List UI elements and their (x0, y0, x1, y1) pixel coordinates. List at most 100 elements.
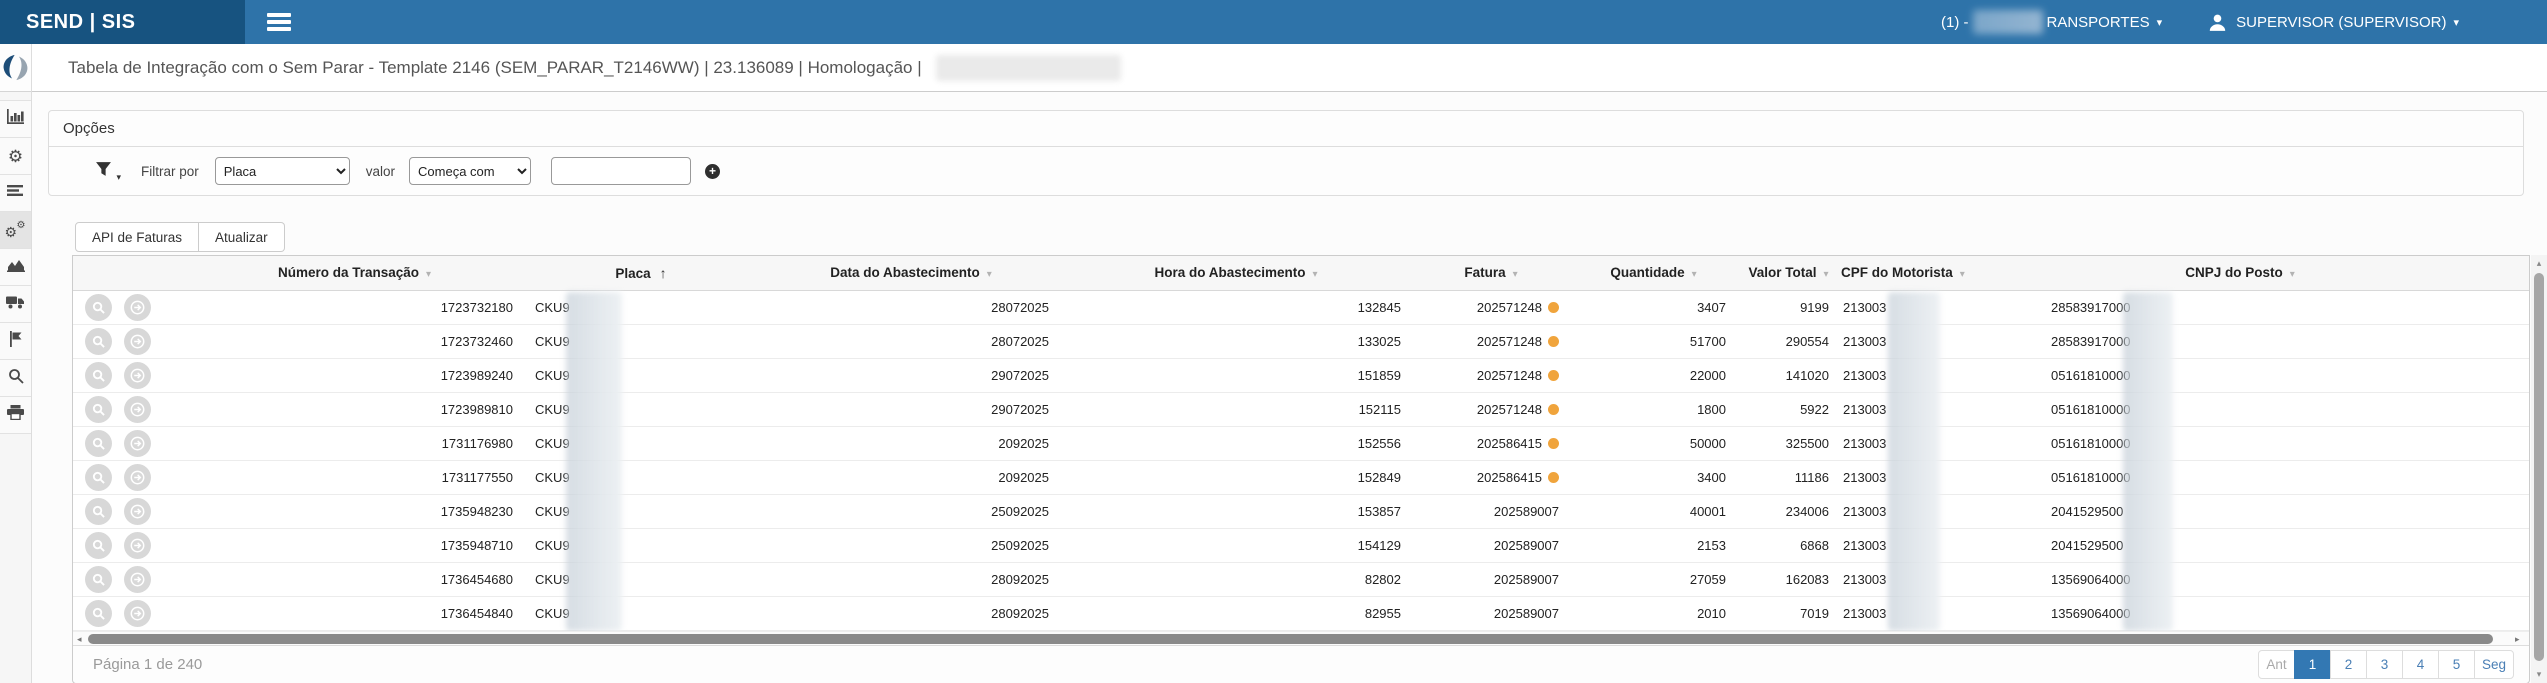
row-open-button[interactable] (124, 362, 151, 389)
table-row[interactable]: 1735948230 CKU9 25092025 153857 20258900… (73, 494, 2529, 528)
column-header-cnpj[interactable]: CNPJ do Posto▾ (1951, 256, 2529, 290)
cell-quantidade: 51700 (1690, 334, 1726, 349)
table-row[interactable]: 1736454680 CKU9 28092025 82802 202589007… (73, 562, 2529, 596)
company-menu[interactable]: (1) - RANSPORTES ▾ (1941, 10, 2162, 34)
filter-funnel-icon[interactable]: ▾ (95, 161, 119, 181)
cell-quantidade: 27059 (1690, 572, 1726, 587)
row-open-button[interactable] (124, 566, 151, 593)
row-open-button[interactable] (124, 396, 151, 423)
row-search-button[interactable] (85, 532, 112, 559)
table-row[interactable]: 1723732180 CKU9 28072025 132845 20257124… (73, 290, 2529, 324)
sidebar-item-integrations[interactable]: ⚙⚙ (0, 212, 31, 249)
top-navbar: SEND | SIS (1) - RANSPORTES ▾ SUPERVISOR… (0, 0, 2547, 44)
row-open-button[interactable] (124, 600, 151, 627)
table-row[interactable]: 1736454840 CKU9 28092025 82955 202589007… (73, 596, 2529, 630)
page-button-1[interactable]: 1 (2294, 650, 2331, 679)
hamburger-menu-icon[interactable] (267, 10, 291, 35)
row-search-button[interactable] (85, 600, 112, 627)
row-search-button[interactable] (85, 430, 112, 457)
page-button-seg[interactable]: Seg (2474, 650, 2514, 679)
row-search-button[interactable] (85, 294, 112, 321)
cell-valor: 9199 (1800, 300, 1829, 315)
row-search-button[interactable] (85, 566, 112, 593)
scroll-down-icon[interactable]: ▾ (2531, 669, 2547, 680)
data-table: Número da Transação▾Placa↑Data do Abaste… (73, 256, 2529, 631)
row-search-button[interactable] (85, 328, 112, 355)
cell-hora: 132845 (1358, 300, 1401, 315)
cell-fatura: 202586415 (1477, 436, 1542, 451)
cell-numero: 1723732460 (441, 334, 513, 349)
row-search-button[interactable] (85, 362, 112, 389)
cell-data: 25092025 (991, 538, 1049, 553)
column-header-placa[interactable]: Placa↑ (521, 256, 761, 290)
cell-valor: 11186 (1795, 470, 1829, 485)
cell-cnpj: 13569064000 (2051, 606, 2131, 621)
cell-numero: 1723732180 (441, 300, 513, 315)
sidebar-item-flags[interactable] (0, 323, 31, 360)
column-header-cpf[interactable]: CPF do Motorista▾ (1841, 256, 1951, 290)
sidebar-item-charts[interactable] (0, 101, 31, 138)
filter-value-input[interactable] (551, 157, 691, 185)
row-search-button[interactable] (85, 464, 112, 491)
cell-numero: 1723989240 (441, 368, 513, 383)
column-header-valor[interactable]: Valor Total▾ (1736, 256, 1841, 290)
sidebar-item-list[interactable] (0, 175, 31, 212)
table-row[interactable]: 1723989240 CKU9 29072025 151859 20257124… (73, 358, 2529, 392)
table-row[interactable]: 1735948710 CKU9 25092025 154129 20258900… (73, 528, 2529, 562)
row-search-button[interactable] (85, 396, 112, 423)
cell-valor: 7019 (1800, 606, 1829, 621)
vertical-scrollbar-thumb[interactable] (2534, 273, 2544, 661)
scroll-left-icon[interactable]: ◂ (77, 632, 82, 646)
filter-field-select[interactable]: Placa (215, 157, 350, 185)
add-filter-button[interactable]: + (705, 164, 720, 179)
cell-numero: 1723989810 (441, 402, 513, 417)
page-button-3[interactable]: 3 (2366, 650, 2403, 679)
horizontal-scrollbar[interactable]: ◂ ▸ (73, 631, 2529, 645)
sort-ascending-icon: ↑ (660, 265, 667, 281)
cell-cnpj: 28583917000 (2051, 300, 2131, 315)
cell-quantidade: 2153 (1697, 538, 1726, 553)
row-open-button[interactable] (124, 328, 151, 355)
page-info: Página 1 de 240 (93, 656, 202, 673)
sidebar-item-settings[interactable]: ⚙ (0, 138, 31, 175)
row-open-button[interactable] (124, 294, 151, 321)
page-button-5[interactable]: 5 (2438, 650, 2475, 679)
table-body: 1723732180 CKU9 28072025 132845 20257124… (73, 290, 2529, 630)
column-header-quantidade[interactable]: Quantidade▾ (1571, 256, 1736, 290)
scroll-up-icon[interactable]: ▴ (2531, 258, 2547, 269)
row-open-button[interactable] (124, 498, 151, 525)
table-row[interactable]: 1723989810 CKU9 29072025 152115 20257124… (73, 392, 2529, 426)
table-row[interactable]: 1731177550 CKU9 2092025 152849 202586415… (73, 460, 2529, 494)
fatura-status-dot (1548, 404, 1559, 415)
column-header-fatura[interactable]: Fatura▾ (1411, 256, 1571, 290)
user-menu[interactable]: SUPERVISOR (SUPERVISOR) ▾ (2208, 13, 2459, 32)
filter-by-label: Filtrar por (141, 164, 199, 179)
row-open-button[interactable] (124, 430, 151, 457)
cell-fatura: 202589007 (1494, 606, 1559, 621)
api-faturas-button[interactable]: API de Faturas (75, 222, 199, 252)
sidebar-item-fleet[interactable] (0, 286, 31, 323)
page-button-4[interactable]: 4 (2402, 650, 2439, 679)
cell-numero: 1736454840 (441, 606, 513, 621)
vertical-scrollbar[interactable]: ▴ ▾ (2531, 255, 2547, 683)
row-open-button[interactable] (124, 532, 151, 559)
column-header-numero[interactable]: Número da Transação▾ (188, 256, 521, 290)
column-header-data[interactable]: Data do Abastecimento▾ (761, 256, 1061, 290)
horizontal-scrollbar-thumb[interactable] (88, 634, 2493, 644)
table-row[interactable]: 1731176980 CKU9 2092025 152556 202586415… (73, 426, 2529, 460)
filter-operator-select[interactable]: Começa com (409, 157, 531, 185)
cell-cpf: 213003 (1843, 334, 1886, 349)
scroll-right-icon[interactable]: ▸ (2515, 632, 2520, 646)
cell-quantidade: 50000 (1690, 436, 1726, 451)
refresh-button[interactable]: Atualizar (199, 222, 285, 252)
column-header-hora[interactable]: Hora do Abastecimento▾ (1061, 256, 1411, 290)
page-button-ant[interactable]: Ant (2258, 650, 2295, 679)
cell-cnpj: 28583917000 (2051, 334, 2131, 349)
row-open-button[interactable] (124, 464, 151, 491)
sidebar-item-reports[interactable] (0, 249, 31, 286)
sidebar-item-search[interactable] (0, 360, 31, 397)
table-row[interactable]: 1723732460 CKU9 28072025 133025 20257124… (73, 324, 2529, 358)
page-button-2[interactable]: 2 (2330, 650, 2367, 679)
row-search-button[interactable] (85, 498, 112, 525)
sidebar-item-print[interactable] (0, 397, 31, 434)
